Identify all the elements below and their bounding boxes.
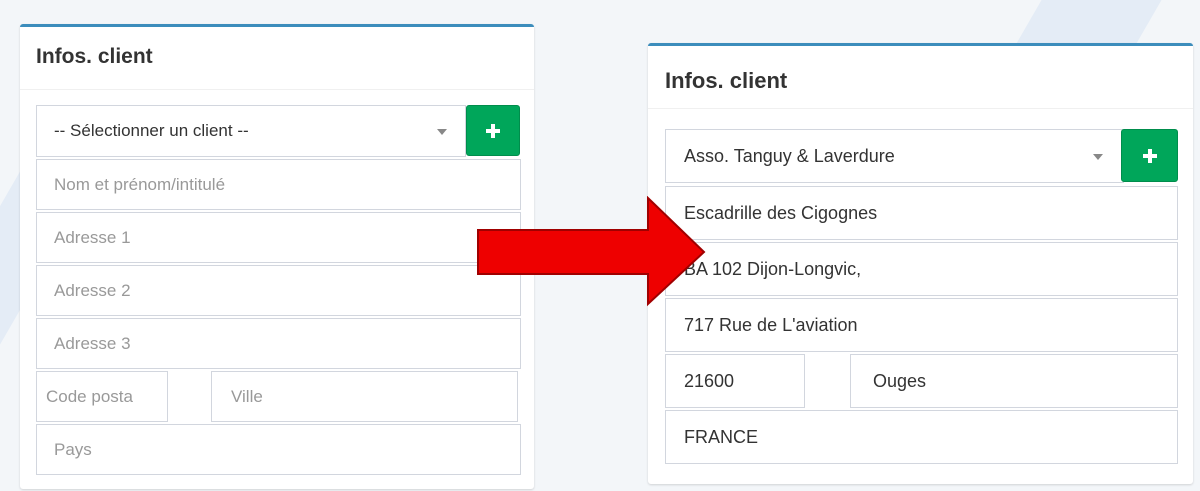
name-placeholder: Nom et prénom/intitulé bbox=[54, 174, 226, 194]
name-input[interactable]: Nom et prénom/intitulé bbox=[36, 159, 521, 210]
postcode-value: 21600 bbox=[684, 370, 735, 391]
postcode-input[interactable]: 21600 bbox=[665, 354, 805, 408]
name-input[interactable]: Escadrille des Cigognes bbox=[665, 186, 1178, 240]
panel-header: Infos. client bbox=[648, 46, 1193, 109]
client-info-panel-filled: Infos. client Asso. Tanguy & Laverdure E… bbox=[648, 43, 1193, 484]
address1-value: BA 102 Dijon-Longvic, bbox=[684, 258, 862, 279]
right-arrow-icon bbox=[477, 196, 706, 307]
address1-placeholder: Adresse 1 bbox=[54, 227, 131, 247]
client-select-value: -- Sélectionner un client -- bbox=[54, 121, 249, 140]
add-client-button[interactable] bbox=[466, 105, 520, 156]
city-input[interactable]: Ouges bbox=[850, 354, 1178, 408]
client-select[interactable]: -- Sélectionner un client -- bbox=[36, 105, 466, 157]
panel-header: Infos. client bbox=[20, 27, 534, 90]
country-value: FRANCE bbox=[684, 426, 759, 447]
chevron-down-icon bbox=[437, 129, 447, 135]
client-select[interactable]: Asso. Tanguy & Laverdure bbox=[665, 129, 1124, 183]
postcode-placeholder: Code posta bbox=[46, 386, 133, 406]
chevron-down-icon bbox=[1093, 154, 1103, 160]
country-input[interactable]: Pays bbox=[36, 424, 521, 475]
client-info-panel-empty: Infos. client -- Sélectionner un client … bbox=[20, 24, 534, 489]
address2-input[interactable]: 717 Rue de L'aviation bbox=[665, 298, 1178, 352]
address2-placeholder: Adresse 2 bbox=[54, 280, 131, 300]
city-value: Ouges bbox=[873, 370, 927, 391]
address3-input[interactable]: Adresse 3 bbox=[36, 318, 521, 369]
name-value: Escadrille des Cigognes bbox=[684, 202, 878, 223]
panel-title: Infos. client bbox=[665, 68, 788, 93]
plus-icon bbox=[486, 123, 500, 138]
address2-input[interactable]: Adresse 2 bbox=[36, 265, 521, 316]
address1-input[interactable]: Adresse 1 bbox=[36, 212, 521, 263]
address3-placeholder: Adresse 3 bbox=[54, 333, 131, 353]
address2-value: 717 Rue de L'aviation bbox=[684, 314, 858, 335]
postcode-input[interactable]: Code posta bbox=[36, 371, 168, 422]
country-input[interactable]: FRANCE bbox=[665, 410, 1178, 464]
address1-input[interactable]: BA 102 Dijon-Longvic, bbox=[665, 242, 1178, 296]
client-select-value: Asso. Tanguy & Laverdure bbox=[684, 145, 895, 166]
country-placeholder: Pays bbox=[54, 439, 92, 459]
add-client-button[interactable] bbox=[1121, 129, 1178, 182]
plus-icon bbox=[1142, 148, 1157, 163]
panel-title: Infos. client bbox=[36, 45, 153, 68]
city-placeholder: Ville bbox=[231, 386, 263, 406]
city-input[interactable]: Ville bbox=[211, 371, 518, 422]
